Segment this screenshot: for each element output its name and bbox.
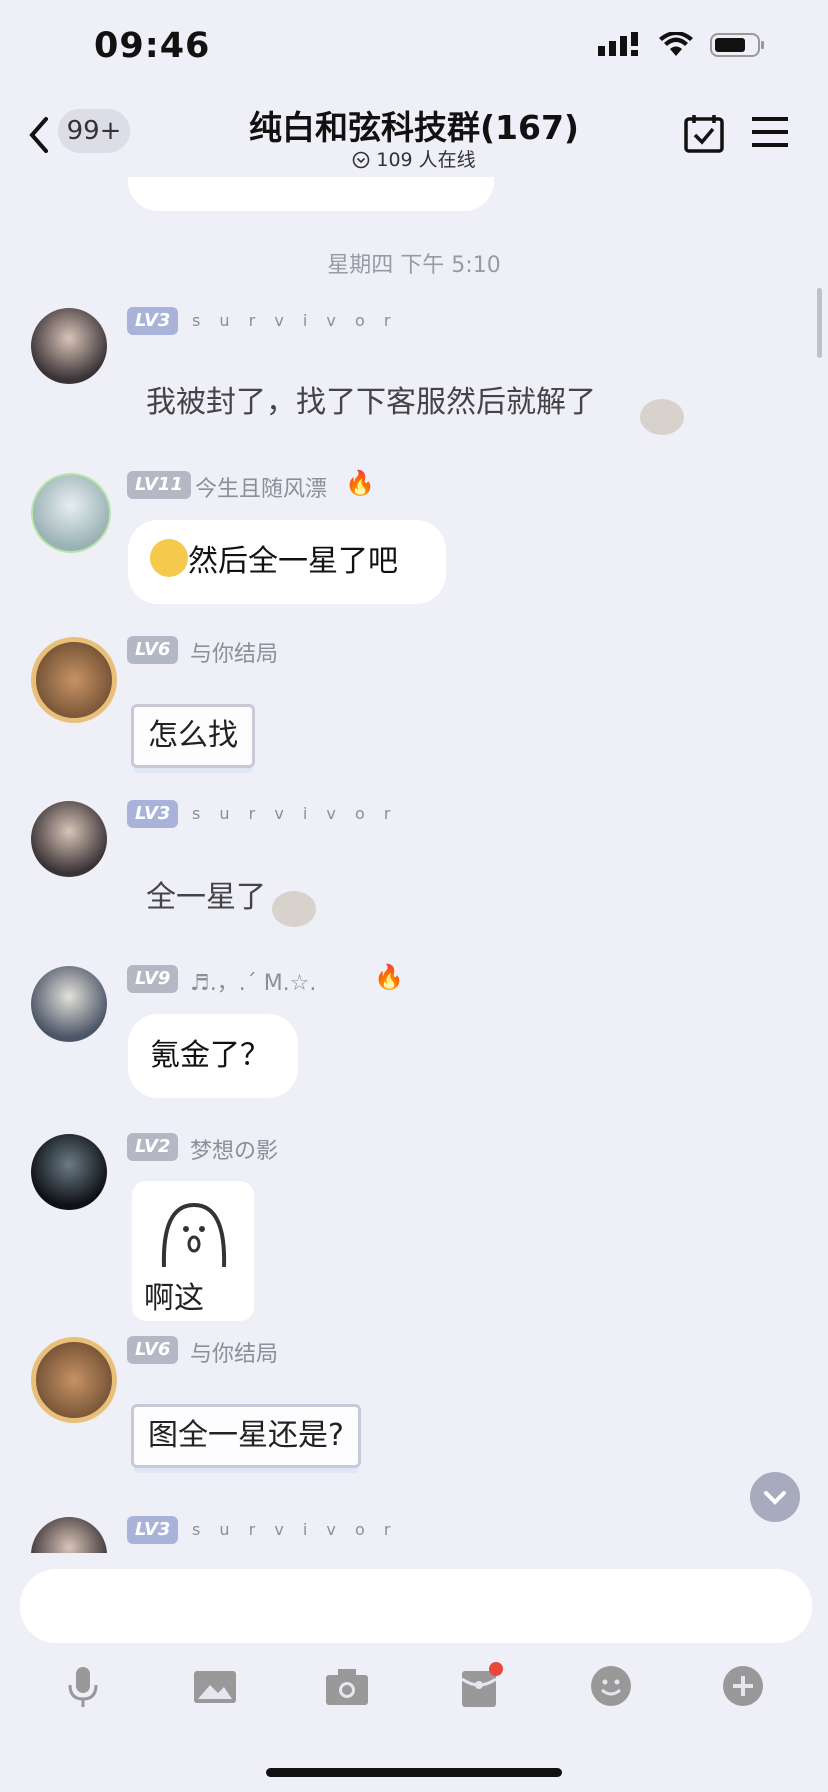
sender-name[interactable]: s u r v i v o r	[192, 1520, 397, 1539]
level-badge: LV3	[127, 800, 179, 828]
message-text[interactable]: 我被封了，找了下客服然后就解了	[146, 377, 596, 421]
chat-header: 99+ 纯白和弦科技群(167) 109 人在线	[0, 95, 828, 177]
message-bubble[interactable]: 氪金了？	[128, 1014, 298, 1098]
wifi-icon	[659, 32, 693, 56]
level-badge: LV11	[127, 471, 191, 499]
message-bubble[interactable]: 然后全一星了吧	[128, 520, 446, 604]
avatar[interactable]	[31, 1134, 107, 1210]
cellular-icon	[598, 32, 638, 56]
redpacket-icon[interactable]	[454, 1661, 504, 1711]
message-input[interactable]	[20, 1569, 812, 1643]
message-bubble-framed[interactable]: 图全一星还是?	[131, 1404, 361, 1468]
sender-name[interactable]: s u r v i v o r	[192, 804, 397, 823]
level-badge: LV3	[127, 307, 179, 335]
battery-icon	[710, 33, 764, 57]
status-time: 09:46	[94, 26, 211, 66]
sticker-image[interactable]: 啊这	[132, 1181, 254, 1321]
sender-name[interactable]: 与你结局	[190, 636, 278, 668]
online-count: 109 人在线	[376, 149, 476, 171]
level-badge: LV6	[127, 1336, 179, 1364]
cat-sticker-icon	[640, 399, 684, 435]
avatar[interactable]	[31, 308, 107, 384]
image-icon[interactable]	[190, 1661, 240, 1711]
sender-name[interactable]: s u r v i v o r	[192, 311, 397, 330]
avatar-framed[interactable]	[31, 1337, 117, 1423]
message-list[interactable]: 星期四 下午 5:10 LV3 s u r v i v o r 我被封了，找了下…	[0, 177, 828, 1553]
previous-message-bubble	[128, 177, 494, 211]
mic-icon[interactable]	[58, 1661, 108, 1711]
calendar-check-icon[interactable]	[684, 113, 724, 153]
fire-icon: 🔥	[374, 963, 404, 991]
avatar[interactable]	[31, 966, 107, 1042]
sticker-caption: 啊这	[144, 1281, 204, 1316]
scroll-to-bottom-button[interactable]	[750, 1472, 800, 1522]
sender-name[interactable]: 与你结局	[190, 1336, 278, 1368]
level-badge: LV2	[127, 1133, 179, 1161]
emoji-icon[interactable]	[586, 1661, 636, 1711]
camera-icon[interactable]	[322, 1661, 372, 1711]
avatar[interactable]	[31, 1517, 107, 1553]
level-badge: LV3	[127, 1516, 179, 1544]
scrollbar[interactable]	[817, 288, 822, 358]
message-text[interactable]: 全一星了	[146, 872, 266, 916]
home-indicator[interactable]	[266, 1768, 562, 1777]
sender-name[interactable]: 今生且随风漂	[195, 471, 327, 503]
emoji-icon	[150, 539, 188, 577]
input-area	[0, 1553, 828, 1792]
plus-icon[interactable]	[718, 1661, 768, 1711]
status-icons	[598, 32, 766, 58]
chevron-down-icon	[764, 1491, 786, 1505]
avatar[interactable]	[31, 801, 107, 877]
message-text: 然后全一星了吧	[188, 544, 398, 579]
fire-icon: 🔥	[345, 469, 375, 497]
level-badge: LV9	[127, 965, 179, 993]
cat-sticker-icon	[272, 891, 316, 927]
avatar[interactable]	[31, 473, 111, 553]
meme-face-icon	[161, 1202, 227, 1268]
sender-name[interactable]: ♬.，.ˊ M.☆.	[190, 965, 316, 997]
message-bubble-framed[interactable]: 怎么找	[131, 704, 255, 768]
sender-name[interactable]: 梦想の影	[190, 1133, 278, 1165]
chevron-circle-icon	[353, 151, 370, 169]
time-divider: 星期四 下午 5:10	[327, 253, 501, 278]
avatar-framed[interactable]	[31, 637, 117, 723]
level-badge: LV6	[127, 636, 179, 664]
menu-icon[interactable]	[752, 115, 788, 149]
